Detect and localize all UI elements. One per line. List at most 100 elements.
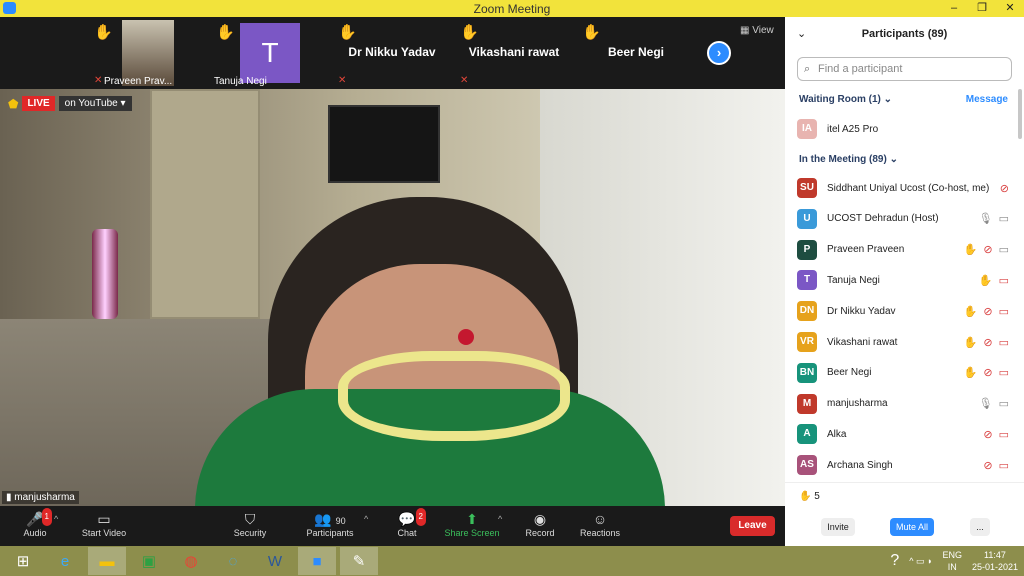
participant-status-icons: ✋ ⊘ ▭ bbox=[964, 305, 1009, 318]
live-stream-indicator[interactable]: ⬟ LIVE on YouTube ▾ bbox=[8, 96, 132, 111]
minimize-button[interactable]: – bbox=[940, 0, 968, 17]
participant-row[interactable]: BN Beer Negi ✋ ⊘ ▭ bbox=[797, 358, 1009, 388]
door bbox=[150, 89, 260, 319]
raised-hand-icon: ✋ bbox=[978, 274, 993, 287]
reactions-button[interactable]: ☺ Reactions bbox=[578, 510, 622, 538]
paint-icon[interactable]: ✎ bbox=[340, 547, 378, 575]
zoom-taskbar-icon[interactable]: ■ bbox=[298, 547, 336, 575]
view-label: View bbox=[752, 25, 774, 36]
raised-hand-icon: ✋ bbox=[582, 24, 601, 41]
participant-row[interactable]: AS Archana Singh ⊘ ▭ bbox=[797, 450, 1009, 480]
internet-explorer-icon[interactable]: e bbox=[46, 547, 84, 575]
waiting-room-header[interactable]: Waiting Room (1) ⌄ bbox=[799, 94, 892, 105]
chat-icon: 💬 2 bbox=[392, 508, 426, 528]
close-button[interactable]: ✕ bbox=[996, 0, 1024, 17]
participant-row[interactable]: Mmanjusharma 🎙 ▭ bbox=[797, 389, 1009, 419]
audio-button[interactable]: 🎤 1 Audio bbox=[22, 508, 52, 538]
language-indicator[interactable]: ENG IN bbox=[942, 549, 962, 573]
record-button[interactable]: ◉ Record bbox=[522, 510, 558, 538]
participant-row[interactable]: DN Dr Nikku Yadav ✋ ⊘ ▭ bbox=[797, 296, 1009, 326]
participant-status-icons: 🎙 ▭ bbox=[979, 212, 1009, 225]
invite-button[interactable]: Invite bbox=[821, 518, 855, 536]
search-input[interactable]: ⌕ Find a participant bbox=[797, 57, 1012, 81]
more-button[interactable]: ... bbox=[970, 518, 990, 536]
view-button[interactable]: ▦ View bbox=[740, 25, 774, 36]
thumbnail-nikku[interactable]: ✋ Dr Nikku Yadav ✕ bbox=[332, 17, 452, 89]
in-meeting-header[interactable]: In the Meeting (89) ⌄ bbox=[799, 154, 898, 165]
share-options-caret[interactable]: ^ bbox=[498, 514, 502, 524]
chat-button[interactable]: 💬 2 Chat bbox=[392, 508, 426, 538]
participant-row[interactable]: T Tanuja Negi ✋ ▭ bbox=[797, 265, 1009, 295]
thumbnail-beer[interactable]: ✋ Beer Negi bbox=[576, 17, 696, 89]
mic-muted-icon: ✕ bbox=[460, 75, 469, 86]
avatar: M bbox=[797, 393, 817, 414]
waiting-participant-row[interactable]: IA itel A25 Pro bbox=[797, 114, 1009, 144]
mic-muted-icon: ⊘ bbox=[983, 244, 993, 257]
shield-icon: ⬟ bbox=[8, 96, 19, 111]
clock[interactable]: 11:47 25-01-2021 bbox=[972, 549, 1018, 573]
help-icon[interactable]: ? bbox=[890, 552, 899, 570]
tray-icons[interactable]: ^ ▭ ◗ bbox=[909, 556, 932, 567]
video-on-icon: ▭ bbox=[998, 244, 1009, 257]
video-off-icon: ▭ bbox=[998, 367, 1009, 380]
meeting-toolbar: 🎤 1 Audio ^ ▭ Start Video ⛉ Security 👥 90… bbox=[0, 506, 785, 546]
thumbnail-tanuja[interactable]: ✋ T Tanuja Negi bbox=[210, 17, 330, 89]
participant-row[interactable]: U UCOST Dehradun (Host) 🎙 ▭ bbox=[797, 204, 1009, 234]
video-off-icon: ▭ bbox=[998, 428, 1009, 441]
window-title: Zoom Meeting bbox=[473, 1, 551, 16]
participant-row[interactable]: A Alka ⊘ ▭ bbox=[797, 419, 1009, 449]
avatar: VR bbox=[797, 332, 817, 352]
mic-muted-icon: ✕ bbox=[338, 75, 347, 86]
participant-name: Beer Negi bbox=[827, 367, 872, 379]
participant-row[interactable]: SU Siddhant Uniyal Ucost (Co-host, me) ⊘ bbox=[797, 173, 1009, 203]
participant-status-icons: ⊘ ▭ bbox=[983, 459, 1009, 472]
avatar: DN bbox=[797, 301, 817, 322]
panel-header: ⌄ Participants (89) bbox=[785, 17, 1024, 51]
security-button[interactable]: ⛉ Security bbox=[228, 510, 272, 538]
next-page-button[interactable]: › bbox=[707, 41, 731, 65]
leave-button[interactable]: Leave bbox=[730, 516, 775, 536]
search-icon: ⌕ bbox=[804, 63, 811, 75]
share-screen-button[interactable]: ⬆ Share Screen bbox=[444, 510, 500, 538]
video-on-icon: ▭ bbox=[998, 213, 1009, 226]
start-video-button[interactable]: ▭ Start Video bbox=[76, 510, 132, 538]
stream-platform[interactable]: on YouTube ▾ bbox=[58, 96, 132, 111]
file-explorer-icon[interactable]: ▬ bbox=[88, 547, 126, 575]
maximize-button[interactable]: ❐ bbox=[968, 0, 996, 17]
participant-status-icons: ✋ ⊘ ▭ bbox=[964, 336, 1009, 349]
participant-name: Vikashani rawat bbox=[827, 336, 898, 348]
search-placeholder: Find a participant bbox=[818, 63, 903, 75]
panel-scrollbar[interactable] bbox=[1018, 89, 1022, 139]
chrome-icon[interactable]: ◍ bbox=[172, 547, 210, 575]
mic-muted-icon: ⊘ bbox=[999, 182, 1009, 195]
raised-hand-icon: ✋ bbox=[94, 24, 113, 41]
participant-status-icons: ✋ ⊘ ▭ bbox=[964, 243, 1009, 256]
record-icon: ◉ bbox=[533, 511, 547, 527]
thumbnail-praveen[interactable]: ✋ ✕ Praveen Prav... bbox=[88, 17, 208, 89]
video-off-icon: ▭ bbox=[97, 511, 111, 527]
word-icon[interactable]: W bbox=[256, 547, 294, 575]
audio-options-caret[interactable]: ^ bbox=[54, 514, 58, 524]
participant-row[interactable]: VR Vikashani rawat ✋ ⊘ ▭ bbox=[797, 327, 1009, 357]
smiley-icon: ☺ bbox=[592, 511, 608, 527]
start-button[interactable]: ⊞ bbox=[4, 547, 42, 575]
title-bar: Zoom Meeting – ❐ ✕ bbox=[0, 0, 1024, 17]
television bbox=[328, 105, 440, 183]
app-icon[interactable]: ◌ bbox=[214, 547, 252, 575]
collapse-chevron-icon[interactable]: ⌄ bbox=[797, 17, 806, 51]
participants-options-caret[interactable]: ^ bbox=[364, 514, 368, 524]
thumbnail-name: Praveen Prav... bbox=[104, 76, 173, 87]
participant-name: Tanuja Negi bbox=[827, 274, 880, 286]
participant-status-icons: ✋ ▭ bbox=[979, 274, 1009, 287]
microphone-icon: 🎙 bbox=[978, 398, 993, 411]
participant-row[interactable]: P Praveen Praveen ✋ ⊘ ▭ bbox=[797, 235, 1009, 265]
raised-hand-icon: ✋ bbox=[963, 336, 978, 349]
mute-all-button[interactable]: Mute All bbox=[890, 518, 934, 536]
store-icon[interactable]: ▣ bbox=[130, 547, 168, 575]
participant-name: Dr Nikku Yadav bbox=[827, 305, 896, 317]
participants-button[interactable]: 👥 90 Participants bbox=[302, 510, 358, 538]
thumbnail-vikashani[interactable]: ✋ Vikashani rawat ✕ bbox=[454, 17, 574, 89]
message-link[interactable]: Message bbox=[966, 94, 1008, 105]
avatar: T bbox=[797, 270, 817, 291]
participant-name: itel A25 Pro bbox=[827, 123, 879, 135]
